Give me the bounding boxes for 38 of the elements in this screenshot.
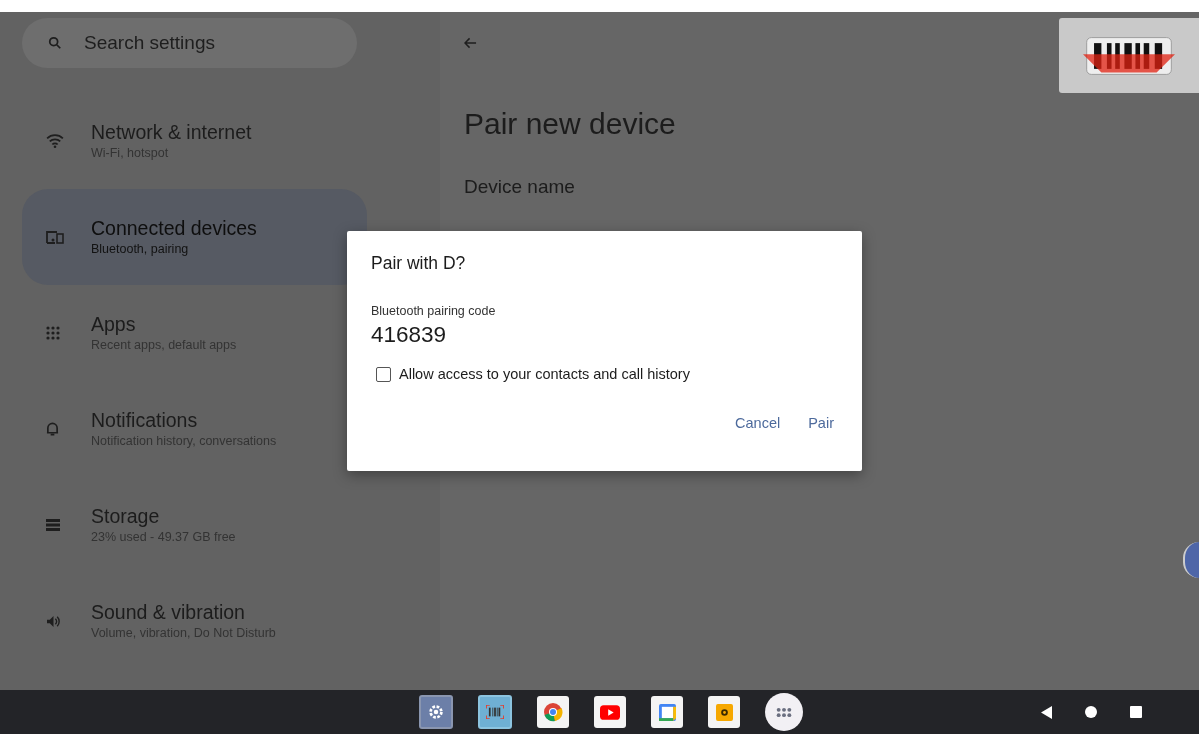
- calendar-app-icon[interactable]: [651, 696, 683, 728]
- speaker-icon: [46, 614, 61, 628]
- storage-icon: [46, 519, 60, 531]
- field-label: Device name: [464, 176, 576, 198]
- apps-grid-icon: [46, 326, 60, 340]
- pairing-code-label: Bluetooth pairing code: [371, 304, 497, 318]
- barcode-scanner-icon: [1083, 34, 1175, 77]
- item-title: Network & internet: [91, 120, 252, 144]
- floating-app-button[interactable]: [1059, 18, 1199, 93]
- sidebar-item[interactable]: Connected devices Bluetooth, pairing: [22, 189, 367, 285]
- bell-icon: [46, 421, 59, 437]
- item-title: Connected devices: [91, 216, 257, 240]
- pair-button[interactable]: Pair: [808, 415, 834, 431]
- devices-icon: [46, 230, 64, 244]
- home-nav-icon[interactable]: [1085, 706, 1097, 718]
- pairing-code: 416839: [371, 322, 448, 348]
- checkbox[interactable]: [376, 366, 391, 382]
- wifi-icon: [46, 134, 64, 148]
- launcher-app-icon[interactable]: [765, 693, 803, 731]
- item-subtitle: Bluetooth, pairing: [91, 241, 190, 258]
- floating-bubble[interactable]: [1183, 542, 1199, 578]
- back-arrow-icon[interactable]: [464, 37, 477, 49]
- browser-app-icon[interactable]: [537, 696, 569, 728]
- item-title: Notifications: [91, 408, 199, 432]
- video-app-icon[interactable]: [594, 696, 626, 728]
- item-title: Storage: [91, 504, 161, 528]
- search-field[interactable]: Search settings: [22, 18, 357, 68]
- barcode-app-icon[interactable]: [478, 695, 512, 729]
- page-title: Pair new device: [464, 106, 677, 142]
- cancel-button[interactable]: Cancel: [735, 415, 781, 431]
- files-app-icon[interactable]: [708, 696, 740, 728]
- checkbox-label[interactable]: Allow access to your contacts and call history: [399, 366, 690, 382]
- dialog-title: Pair with D?: [371, 252, 467, 274]
- item-title: Apps: [91, 312, 137, 336]
- back-nav-icon[interactable]: [1041, 705, 1052, 719]
- settings-app-icon[interactable]: [419, 695, 453, 729]
- item-title: Sound & vibration: [91, 600, 246, 624]
- search-icon: [48, 36, 62, 50]
